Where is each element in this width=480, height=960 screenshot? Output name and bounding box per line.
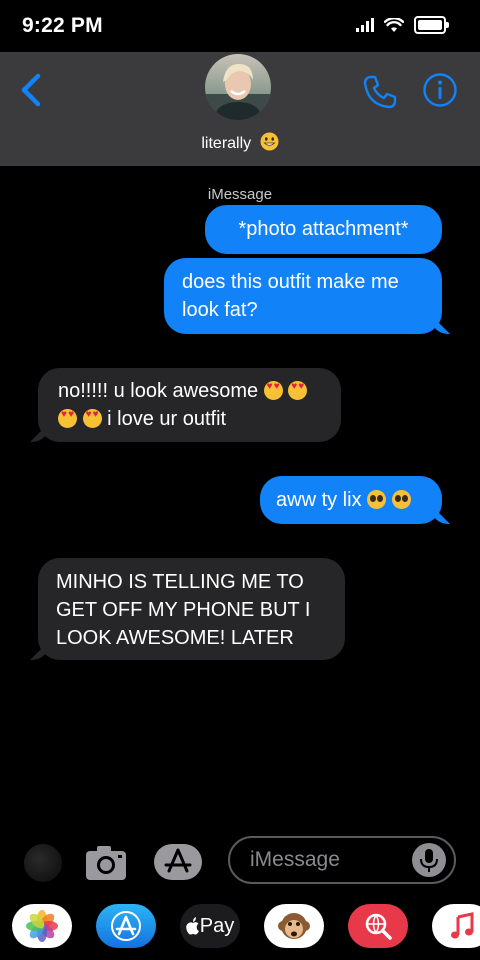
- message-line: i love ur outfit: [58, 405, 321, 433]
- contact-avatar[interactable]: [205, 54, 271, 120]
- wifi-icon: [384, 17, 404, 32]
- effects-icon[interactable]: [24, 844, 62, 882]
- message-bubble-incoming[interactable]: no!!!!! u look awesome i love ur outfit: [38, 368, 341, 442]
- status-time: 9:22 PM: [22, 14, 103, 37]
- message-input-placeholder: iMessage: [250, 848, 340, 871]
- camera-icon: [86, 846, 126, 880]
- chevron-left-icon: [21, 73, 41, 107]
- photos-app-button[interactable]: [12, 904, 72, 948]
- heart-eyes-emoji-icon: [82, 409, 102, 428]
- status-bar: 9:22 PM: [0, 0, 480, 52]
- back-button[interactable]: [16, 70, 50, 110]
- apple-pay-button[interactable]: Pay: [180, 904, 240, 948]
- message-bubble-outgoing[interactable]: aww ty lix: [260, 476, 442, 524]
- phone-icon: [363, 75, 397, 109]
- camera-button[interactable]: [84, 842, 128, 882]
- message-text: does this outfit make me look fat?: [182, 271, 399, 321]
- pleading-face-emoji-icon: [367, 490, 387, 509]
- message-text: i love ur outfit: [107, 408, 227, 430]
- apps-button[interactable]: [154, 842, 206, 882]
- app-drawer: Pay: [0, 900, 480, 960]
- apple-pay-label: Pay: [199, 914, 235, 937]
- message-bubble-outgoing[interactable]: *photo attachment*: [205, 205, 442, 254]
- music-icon: [451, 912, 474, 939]
- message-text: no!!!!! u look awesome: [58, 380, 259, 402]
- message-text: *photo attachment*: [238, 218, 409, 240]
- heart-eyes-emoji-icon: [58, 409, 77, 428]
- photos-icon: [26, 910, 58, 942]
- app-store-app-button[interactable]: [96, 904, 156, 948]
- signal-icon: [356, 18, 374, 32]
- web-search-icon: [365, 913, 392, 940]
- animoji-app-button[interactable]: [264, 904, 324, 948]
- message-text: aww ty lix: [276, 489, 362, 511]
- message-text: MINHO IS TELLING ME TO GET OFF MY PHONE …: [56, 571, 311, 649]
- microphone-button[interactable]: [412, 843, 446, 877]
- info-icon: [423, 73, 457, 107]
- music-app-button[interactable]: [432, 904, 480, 948]
- status-icons: [356, 16, 449, 34]
- composer-row: iMessage: [0, 832, 480, 890]
- service-label: iMessage: [207, 186, 273, 203]
- web-search-app-button[interactable]: [348, 904, 408, 948]
- app-store-icon: [111, 911, 141, 941]
- pleading-face-emoji-icon: [391, 490, 411, 509]
- app-store-icon: [154, 844, 206, 880]
- heart-eyes-emoji-icon: [263, 381, 283, 400]
- animoji-icon: [278, 913, 310, 939]
- message-bubble-outgoing[interactable]: does this outfit make me look fat?: [164, 258, 442, 334]
- message-input[interactable]: iMessage: [228, 836, 456, 884]
- apple-logo-icon: [185, 917, 199, 935]
- conversation-header: literally: [0, 52, 480, 166]
- microphone-icon: [420, 849, 438, 872]
- contact-name: literally: [201, 135, 252, 152]
- grinning-face-icon: [260, 132, 279, 156]
- message-line: no!!!!! u look awesome: [58, 377, 321, 405]
- info-button[interactable]: [422, 72, 458, 108]
- call-button[interactable]: [360, 72, 400, 112]
- avatar-photo: [205, 54, 271, 120]
- battery-icon: [414, 16, 449, 34]
- message-bubble-incoming[interactable]: MINHO IS TELLING ME TO GET OFF MY PHONE …: [38, 558, 345, 660]
- contact-name-row[interactable]: literally: [0, 132, 480, 156]
- heart-eyes-emoji-icon: [288, 381, 308, 400]
